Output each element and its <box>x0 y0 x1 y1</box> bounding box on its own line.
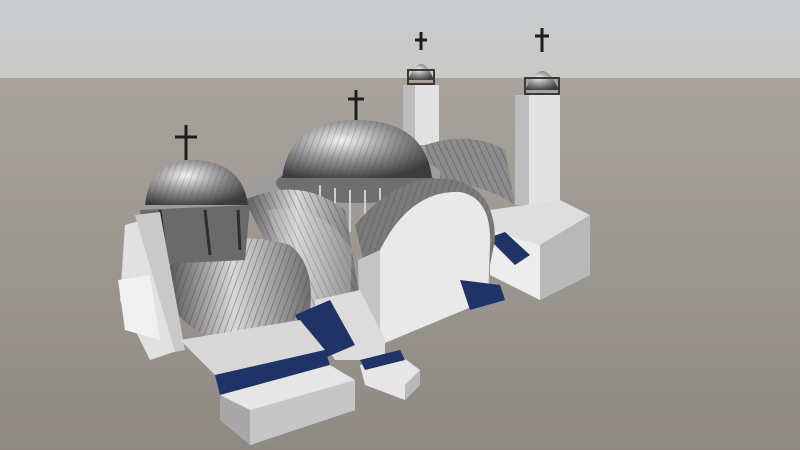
church-3d-render <box>0 0 800 450</box>
sky <box>0 0 800 80</box>
